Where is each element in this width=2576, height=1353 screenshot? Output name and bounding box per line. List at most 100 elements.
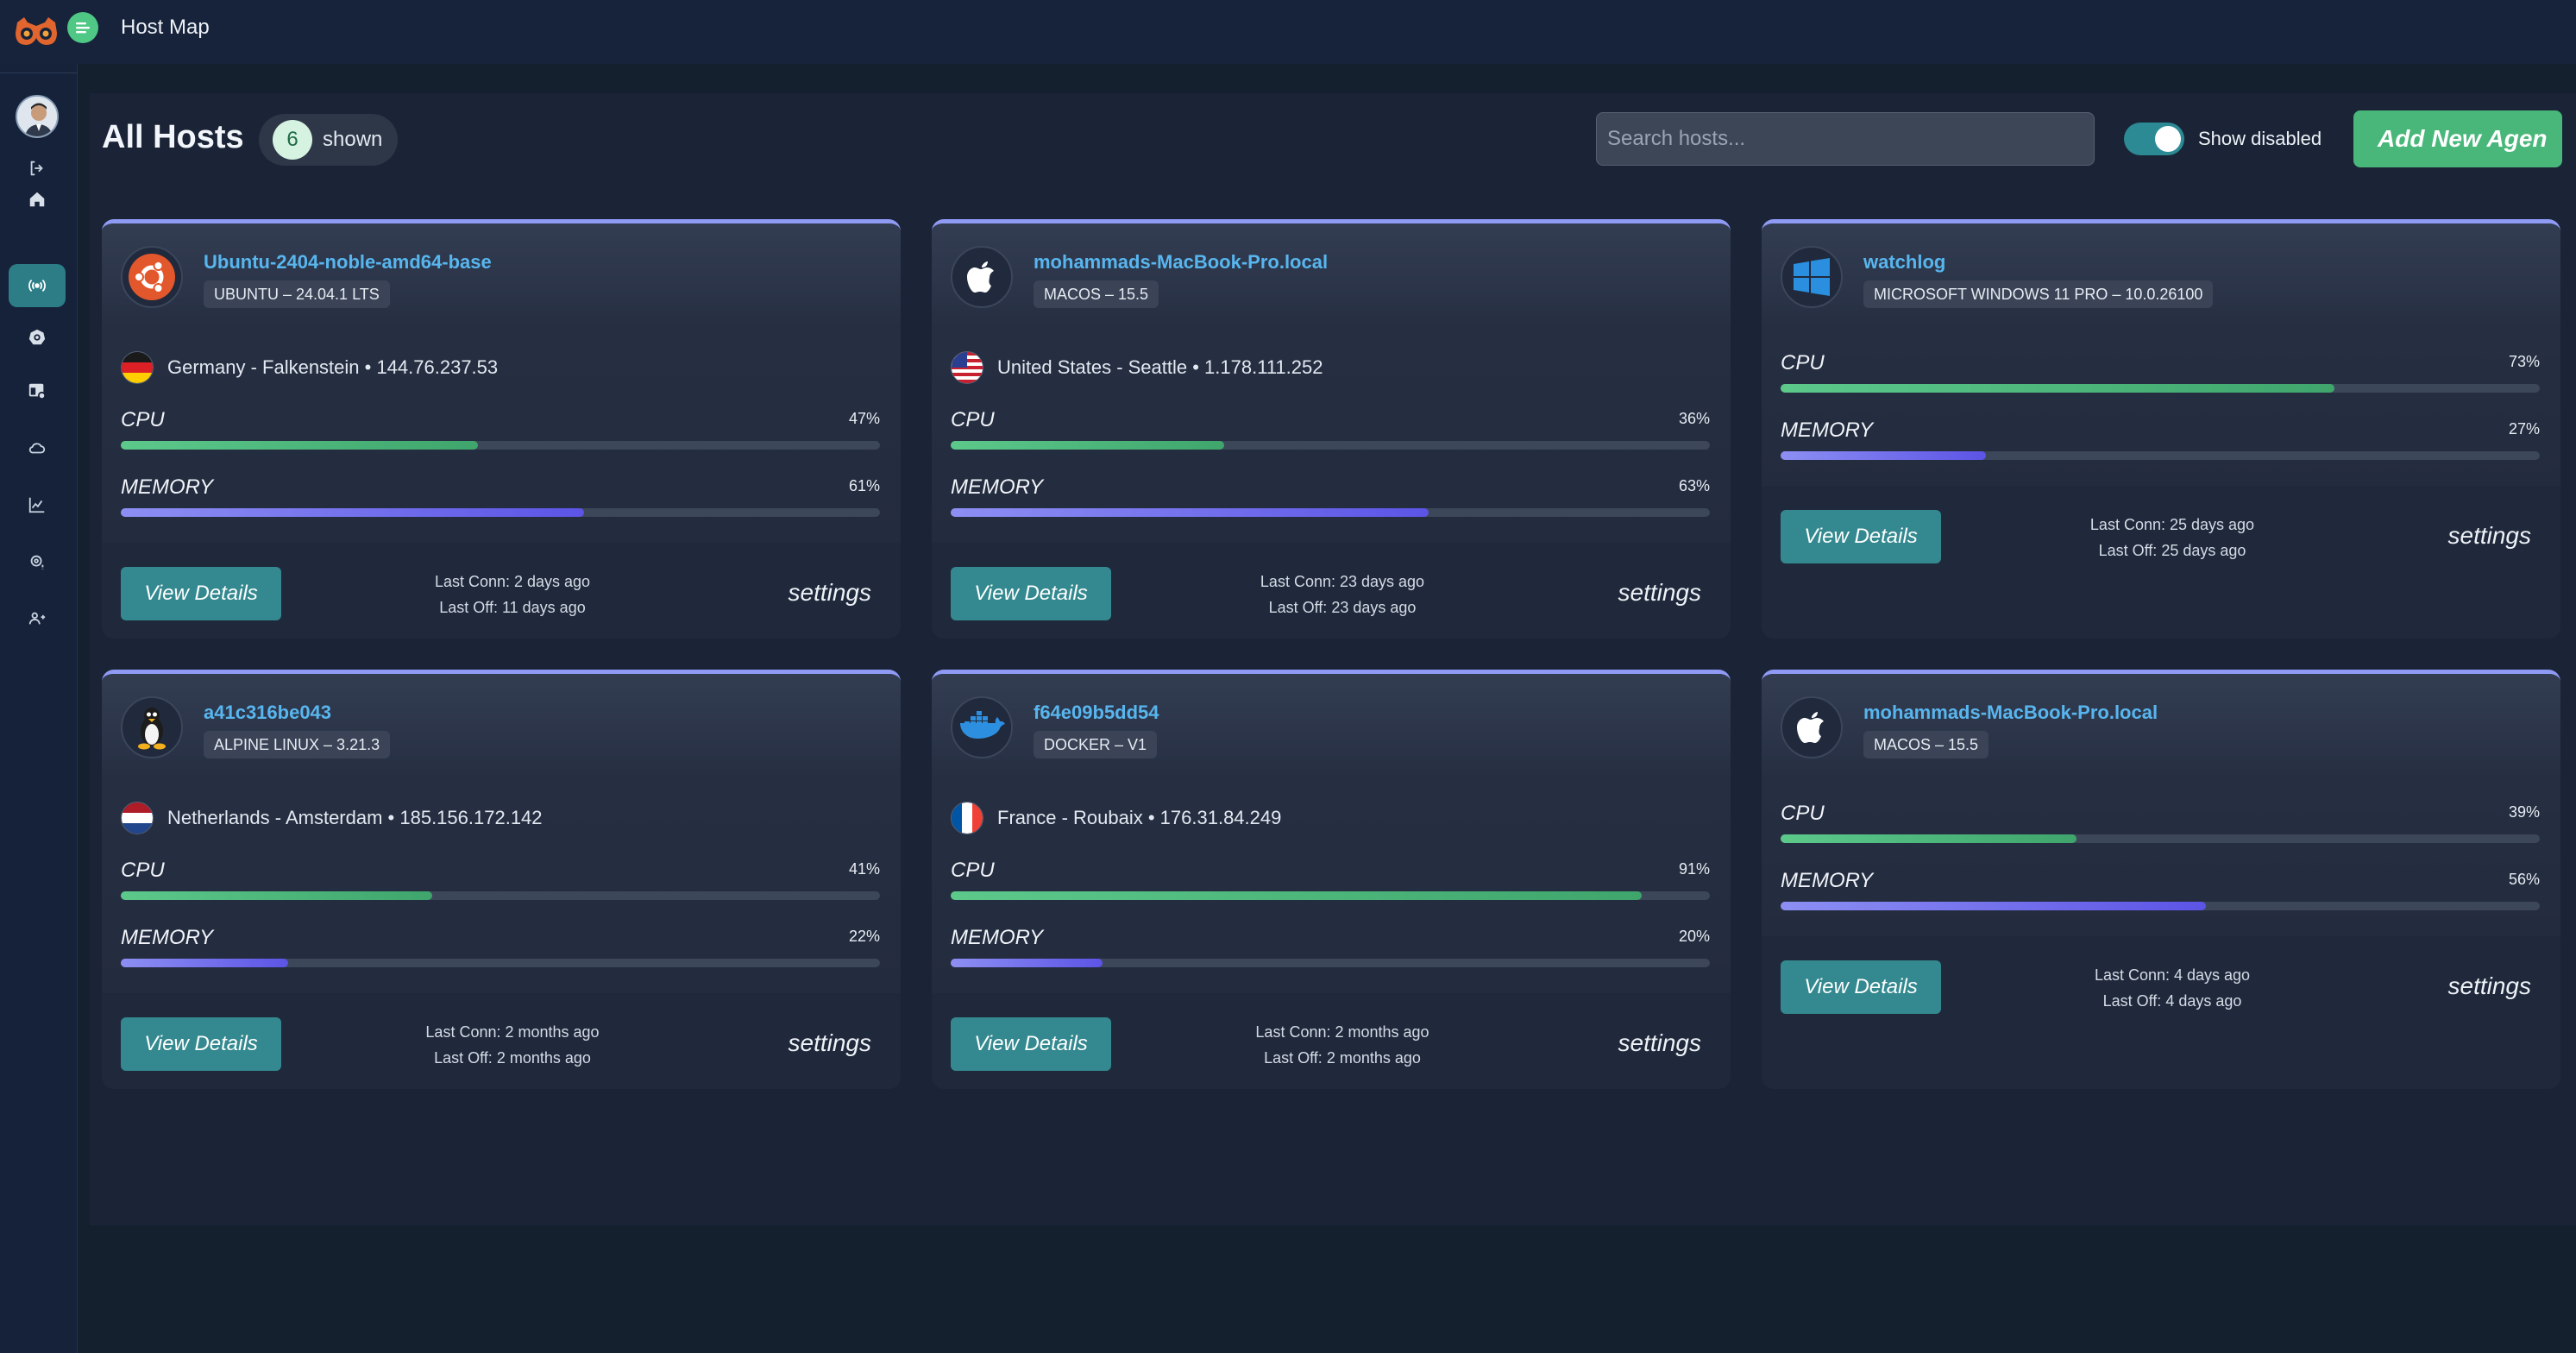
memory-value: 22%	[848, 928, 880, 945]
host-name-link[interactable]: mohammads-MacBook-Pro.local	[1034, 251, 1328, 274]
windows-icon	[1794, 258, 1830, 296]
memory-label: MEMORY	[1781, 418, 1874, 442]
search-hosts-input[interactable]	[1596, 112, 2095, 166]
cpu-bar-track	[1781, 834, 2540, 843]
cpu-value: 73%	[2508, 353, 2540, 370]
host-card: watchlog MICROSOFT WINDOWS 11 PRO – 10.0…	[1762, 219, 2560, 639]
host-card: f64e09b5dd54 DOCKER – V1 France - Roubai…	[932, 670, 1731, 1089]
dashboard-settings-icon	[28, 383, 47, 400]
host-card-body: f64e09b5dd54 DOCKER – V1 France - Roubai…	[932, 674, 1731, 993]
settings-link[interactable]: settings	[2448, 972, 2532, 1000]
kubernetes-icon	[28, 329, 46, 345]
user-portrait-icon	[17, 97, 57, 136]
host-count-label: shown	[323, 128, 383, 151]
host-card: mohammads-MacBook-Pro.local MACOS – 15.5…	[932, 219, 1731, 639]
host-name-link[interactable]: mohammads-MacBook-Pro.local	[1863, 702, 2158, 724]
usa-flag-icon	[951, 351, 983, 384]
memory-bar	[121, 508, 584, 517]
cpu-value: 91%	[1678, 860, 1710, 878]
users-icon	[28, 612, 46, 625]
host-name-link[interactable]: a41c316be043	[204, 702, 331, 724]
os-icon-wrap	[121, 696, 183, 758]
nav-alerts[interactable]	[9, 540, 66, 583]
os-badge: UBUNTU – 24.04.1 LTS	[204, 280, 390, 308]
menu-toggle-button[interactable]	[67, 12, 98, 43]
os-badge: MACOS – 15.5	[1863, 731, 1989, 758]
os-badge: MACOS – 15.5	[1034, 280, 1159, 308]
connection-info: Last Conn: 2 days ago Last Off: 11 days …	[400, 569, 625, 620]
last-conn-text: Last Conn: 23 days ago	[1260, 573, 1425, 590]
host-card-footer: View Details Last Conn: 2 months ago Las…	[102, 993, 901, 1089]
nav-cloud[interactable]	[9, 426, 66, 469]
host-name-link[interactable]: Ubuntu-2404-noble-amd64-base	[204, 251, 492, 274]
add-new-agent-button[interactable]: Add New Agen	[2353, 110, 2562, 167]
user-avatar[interactable]	[16, 95, 59, 138]
page-title: Host Map	[121, 16, 210, 39]
cpu-bar	[1781, 834, 2077, 843]
view-details-button[interactable]: View Details	[1781, 960, 1941, 1014]
host-name-link[interactable]: watchlog	[1863, 251, 1945, 274]
settings-link[interactable]: settings	[789, 1029, 872, 1057]
memory-bar-track	[1781, 902, 2540, 910]
host-card-footer: View Details Last Conn: 4 days ago Last …	[1762, 936, 2560, 1089]
show-disabled-toggle[interactable]	[2124, 123, 2184, 155]
nav-users[interactable]	[9, 597, 66, 640]
chart-icon	[28, 497, 45, 513]
memory-label: MEMORY	[951, 475, 1044, 499]
memory-bar	[1781, 451, 1986, 460]
view-details-button[interactable]: View Details	[121, 567, 281, 620]
sidebar-divider	[0, 72, 78, 73]
view-details-button[interactable]: View Details	[951, 1017, 1111, 1071]
last-off-text: Last Off: 2 months ago	[434, 1049, 591, 1067]
settings-link[interactable]: settings	[2448, 522, 2532, 550]
nav-home[interactable]	[9, 178, 66, 221]
os-icon-wrap	[1781, 696, 1843, 758]
connection-info: Last Conn: 25 days ago Last Off: 25 days…	[2060, 512, 2284, 563]
home-icon	[29, 192, 45, 207]
memory-value: 20%	[1678, 928, 1710, 945]
view-details-button[interactable]: View Details	[951, 567, 1111, 620]
docker-icon	[960, 711, 1005, 739]
last-off-text: Last Off: 23 days ago	[1268, 599, 1417, 616]
settings-link[interactable]: settings	[789, 579, 872, 607]
cpu-bar-track	[951, 441, 1710, 450]
nav-analytics[interactable]	[9, 483, 66, 526]
main-panel: All Hosts 6 shown Show disabled Add New …	[90, 93, 2576, 1225]
last-conn-text: Last Conn: 4 days ago	[2094, 966, 2251, 984]
nav-kubernetes[interactable]	[9, 316, 66, 359]
host-card-body: Ubuntu-2404-noble-amd64-base UBUNTU – 24…	[102, 223, 901, 543]
toggle-knob	[2155, 126, 2181, 152]
host-card-body: mohammads-MacBook-Pro.local MACOS – 15.5…	[1762, 674, 2560, 936]
cpu-value: 41%	[848, 860, 880, 878]
cpu-value: 36%	[1678, 410, 1710, 427]
settings-link[interactable]: settings	[1618, 1029, 1702, 1057]
last-off-text: Last Off: 11 days ago	[439, 599, 586, 616]
connection-info: Last Conn: 2 months ago Last Off: 2 mont…	[400, 1019, 625, 1071]
cpu-bar-track	[121, 891, 880, 900]
linux-penguin-icon	[138, 708, 166, 750]
host-card-body: mohammads-MacBook-Pro.local MACOS – 15.5…	[932, 223, 1731, 543]
view-details-button[interactable]: View Details	[1781, 510, 1941, 563]
cpu-bar	[951, 891, 1642, 900]
host-card-footer: View Details Last Conn: 2 days ago Last …	[102, 543, 901, 639]
cpu-bar-track	[951, 891, 1710, 900]
nav-dashboard-settings[interactable]	[9, 369, 66, 412]
host-card: mohammads-MacBook-Pro.local MACOS – 15.5…	[1762, 670, 2560, 1089]
os-icon-wrap	[951, 696, 1013, 758]
settings-link[interactable]: settings	[1618, 579, 1702, 607]
netherlands-flag-icon	[121, 802, 154, 834]
os-icon-wrap	[1781, 246, 1843, 308]
memory-bar-track	[121, 508, 880, 517]
view-details-button[interactable]: View Details	[121, 1017, 281, 1071]
last-conn-text: Last Conn: 25 days ago	[2089, 516, 2255, 533]
hosts-heading: All Hosts	[102, 119, 244, 155]
memory-bar-track	[951, 959, 1710, 967]
germany-flag-icon	[121, 351, 154, 384]
apple-icon	[967, 261, 994, 293]
cpu-bar	[951, 441, 1224, 450]
memory-bar	[1781, 902, 2206, 910]
host-name-link[interactable]: f64e09b5dd54	[1034, 702, 1159, 724]
host-location-text: Germany - Falkenstein • 144.76.237.53	[167, 356, 499, 378]
connection-info: Last Conn: 2 months ago Last Off: 2 mont…	[1230, 1019, 1454, 1071]
nav-host-map[interactable]	[9, 264, 66, 307]
